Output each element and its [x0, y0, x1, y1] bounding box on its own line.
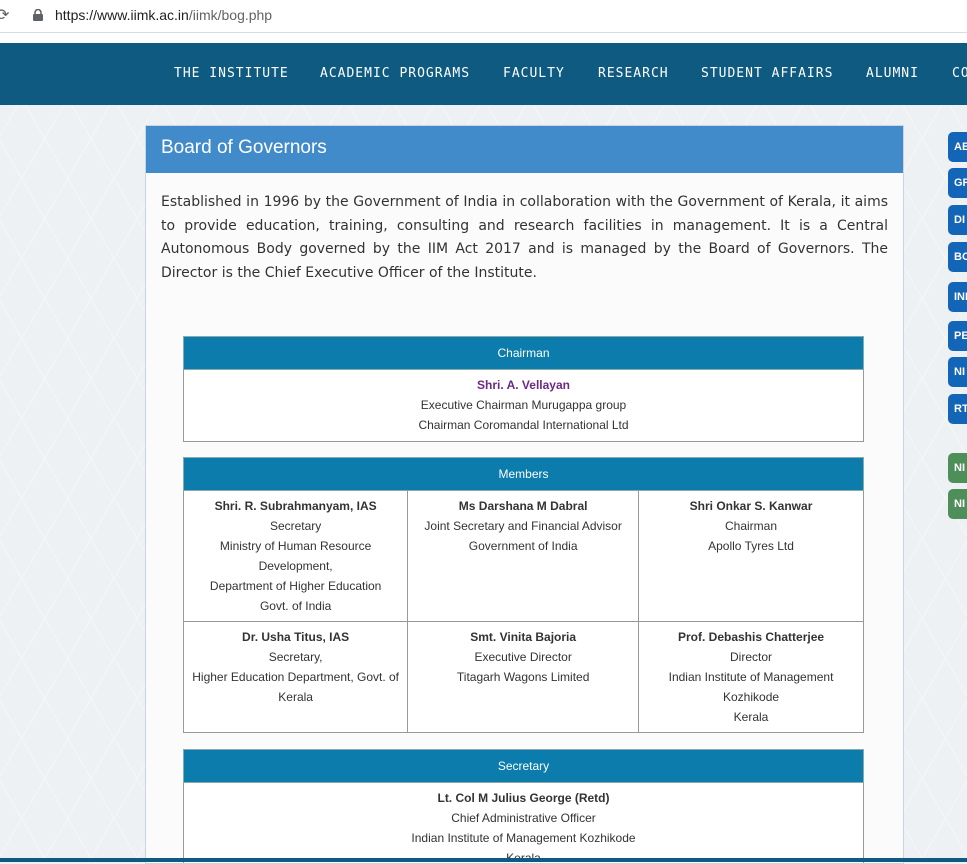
- side-tab[interactable]: DI: [948, 205, 967, 235]
- chairman-cell: Shri. A. Vellayan Executive Chairman Mur…: [184, 370, 864, 442]
- member-line: Indian Institute of Management: [640, 667, 862, 687]
- member-line: Chairman: [640, 516, 862, 536]
- member-line: Director: [640, 647, 862, 667]
- page-title: Board of Governors: [146, 126, 903, 173]
- side-tab[interactable]: RT: [948, 394, 967, 424]
- chairman-table: Chairman Shri. A. Vellayan Executive Cha…: [183, 336, 864, 442]
- side-tab[interactable]: NI: [948, 489, 967, 519]
- side-tab[interactable]: NI: [948, 357, 967, 387]
- url-path: /iimk/bog.php: [189, 7, 272, 23]
- main-nav: THE INSTITUTE ACADEMIC PROGRAMS FACULTY …: [0, 43, 967, 105]
- member-line: Secretary: [185, 516, 406, 536]
- member-line: Govt. of India: [185, 596, 406, 616]
- nav-research[interactable]: RESEARCH: [598, 66, 669, 81]
- lock-icon: [33, 9, 43, 21]
- member-line: Kerala: [185, 687, 406, 707]
- member-cell: Prof. Debashis Chatterjee Director India…: [639, 622, 864, 733]
- member-cell: Shri Onkar S. Kanwar Chairman Apollo Tyr…: [639, 491, 864, 622]
- url-field[interactable]: https://www.iimk.ac.in/iimk/bog.php: [55, 7, 272, 23]
- side-tab[interactable]: INI: [948, 282, 967, 312]
- members-heading: Members: [184, 458, 864, 491]
- side-tab[interactable]: BO: [948, 242, 967, 272]
- url-host: https://www.iimk.ac.in: [55, 7, 189, 23]
- nav-faculty[interactable]: FACULTY: [503, 66, 565, 81]
- chairman-name[interactable]: Shri. A. Vellayan: [184, 375, 863, 395]
- member-line: Secretary,: [185, 647, 406, 667]
- member-line: Kerala: [640, 707, 862, 727]
- chairman-heading: Chairman: [184, 337, 864, 370]
- board-panel: Board of Governors Established in 1996 b…: [145, 125, 904, 864]
- member-line: Titagarh Wagons Limited: [409, 667, 637, 687]
- member-cell: Shri. R. Subrahmanyam, IAS Secretary Min…: [184, 491, 408, 622]
- member-name: Smt. Vinita Bajoria: [409, 627, 637, 647]
- member-name: Shri Onkar S. Kanwar: [640, 496, 862, 516]
- member-line: Apollo Tyres Ltd: [640, 536, 862, 556]
- member-name: Dr. Usha Titus, IAS: [185, 627, 406, 647]
- secretary-table: Secretary Lt. Col M Julius George (Retd)…: [183, 749, 864, 864]
- nav-alumni[interactable]: ALUMNI: [866, 66, 919, 81]
- member-line: Executive Director: [409, 647, 637, 667]
- member-name: Prof. Debashis Chatterjee: [640, 627, 862, 647]
- side-tab[interactable]: GR: [948, 168, 967, 198]
- bottom-bar: [0, 858, 967, 862]
- chairman-line: Executive Chairman Murugappa group: [184, 395, 863, 415]
- member-line: Development,: [185, 556, 406, 576]
- member-line: Joint Secretary and Financial Advisor: [409, 516, 637, 536]
- secretary-line: Indian Institute of Management Kozhikode: [184, 828, 863, 848]
- intro-paragraph: Established in 1996 by the Government of…: [161, 191, 888, 285]
- member-name: Shri. R. Subrahmanyam, IAS: [185, 496, 406, 516]
- page-top-strip: [0, 33, 967, 43]
- secretary-line: Chief Administrative Officer: [184, 808, 863, 828]
- side-tab[interactable]: PE: [948, 321, 967, 351]
- browser-address-bar: ⟳ https://www.iimk.ac.in/iimk/bog.php: [0, 0, 967, 33]
- secretary-heading: Secretary: [184, 750, 864, 783]
- member-cell: Dr. Usha Titus, IAS Secretary, Higher Ed…: [184, 622, 408, 733]
- secretary-cell: Lt. Col M Julius George (Retd) Chief Adm…: [184, 783, 864, 864]
- secretary-name: Lt. Col M Julius George (Retd): [184, 788, 863, 808]
- side-tab[interactable]: AB: [948, 132, 967, 162]
- side-tab[interactable]: NI: [948, 453, 967, 483]
- reload-icon[interactable]: ⟳: [0, 6, 10, 24]
- nav-student-affairs[interactable]: STUDENT AFFAIRS: [701, 66, 833, 81]
- member-cell: Smt. Vinita Bajoria Executive Director T…: [408, 622, 639, 733]
- member-line: Ministry of Human Resource: [185, 536, 406, 556]
- members-table: Members Shri. R. Subrahmanyam, IAS Secre…: [183, 457, 864, 733]
- member-line: Government of India: [409, 536, 637, 556]
- member-line: Department of Higher Education: [185, 576, 406, 596]
- chairman-line: Chairman Coromandal International Ltd: [184, 415, 863, 435]
- member-cell: Ms Darshana M Dabral Joint Secretary and…: [408, 491, 639, 622]
- nav-the-institute[interactable]: THE INSTITUTE: [174, 66, 289, 81]
- member-name: Ms Darshana M Dabral: [409, 496, 637, 516]
- nav-contact[interactable]: CO: [952, 66, 967, 81]
- nav-academic-programs[interactable]: ACADEMIC PROGRAMS: [320, 66, 470, 81]
- member-line: Higher Education Department, Govt. of: [185, 667, 406, 687]
- member-line: Kozhikode: [640, 687, 862, 707]
